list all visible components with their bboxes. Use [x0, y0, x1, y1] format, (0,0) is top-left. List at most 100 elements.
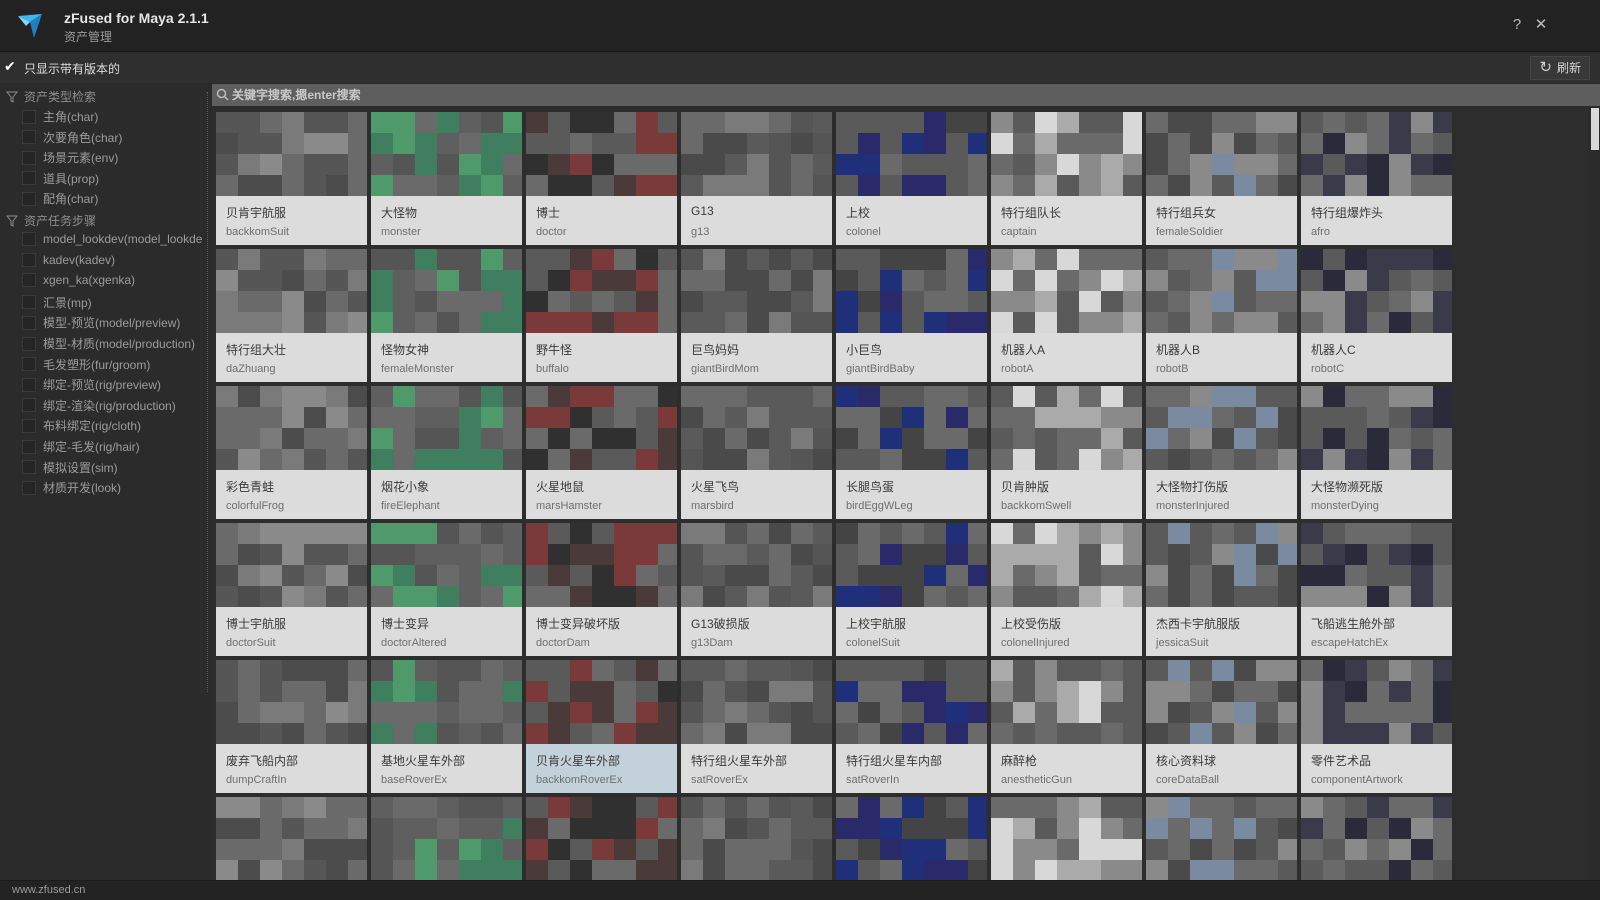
task-filter-checkbox[interactable]: [22, 439, 36, 454]
asset-card[interactable]: [681, 797, 832, 880]
asset-card[interactable]: 废弃飞船内部 dumpCraftIn: [216, 660, 367, 793]
task-filter-item[interactable]: 绑定-预览(rig/preview): [22, 376, 202, 393]
task-filter-item[interactable]: 绑定-毛发(rig/hair): [22, 438, 202, 455]
asset-card[interactable]: 彩色青蛙 colorfulFrog: [216, 386, 367, 519]
asset-card[interactable]: 贝肯肿版 backkomSwell: [991, 386, 1142, 519]
task-filter-item[interactable]: 材质开发(look): [22, 479, 202, 496]
type-filter-item[interactable]: 场景元素(env): [22, 149, 202, 166]
asset-card[interactable]: 长腿鸟蛋 birdEggWLeg: [836, 386, 987, 519]
asset-card[interactable]: [216, 797, 367, 880]
zfused-logo-icon: [18, 14, 42, 38]
asset-code: satRoverEx: [691, 774, 748, 786]
task-filter-checkbox[interactable]: [22, 315, 36, 330]
refresh-button[interactable]: ↻ 刷新: [1530, 56, 1590, 80]
task-filter-item[interactable]: 绑定-渲染(rig/production): [22, 397, 202, 414]
asset-name: 贝肯宇航服: [226, 206, 287, 220]
search-input[interactable]: [232, 84, 1572, 106]
asset-card[interactable]: [1146, 797, 1297, 880]
asset-card[interactable]: 野牛怪 buffalo: [526, 249, 677, 382]
asset-card[interactable]: 博士变异破坏版 doctorDam: [526, 523, 677, 656]
asset-card[interactable]: [1301, 797, 1452, 880]
type-filter-checkbox[interactable]: [22, 191, 36, 206]
task-filter-checkbox[interactable]: [22, 232, 36, 246]
asset-card[interactable]: 巨鸟妈妈 giantBirdMom: [681, 249, 832, 382]
asset-card[interactable]: 杰西卡宇航服版 jessicaSuit: [1146, 523, 1297, 656]
asset-card[interactable]: 特行组大壮 daZhuang: [216, 249, 367, 382]
asset-card[interactable]: 小巨鸟 giantBirdBaby: [836, 249, 987, 382]
asset-card[interactable]: 上校受伤版 colonelInjured: [991, 523, 1142, 656]
help-icon[interactable]: ?: [1508, 16, 1526, 34]
task-filter-item[interactable]: 汇景(mp): [22, 294, 202, 311]
task-filter-checkbox[interactable]: [22, 460, 36, 475]
type-filter-checkbox[interactable]: [22, 109, 36, 124]
asset-card[interactable]: 特行组爆炸头 afro: [1301, 112, 1452, 245]
task-filter-item[interactable]: xgen_ka(xgenka): [22, 273, 202, 288]
task-filter-checkbox[interactable]: [22, 418, 36, 433]
task-filter-checkbox[interactable]: [22, 480, 36, 495]
type-filter-checkbox[interactable]: [22, 171, 36, 186]
type-filter-checkbox[interactable]: [22, 150, 36, 165]
asset-card[interactable]: 博士变异 doctorAltered: [371, 523, 522, 656]
asset-card[interactable]: 博士 doctor: [526, 112, 677, 245]
asset-card[interactable]: 上校 colonel: [836, 112, 987, 245]
asset-card[interactable]: 特行组兵女 femaleSoldier: [1146, 112, 1297, 245]
asset-card[interactable]: 怪物女神 femaleMonster: [371, 249, 522, 382]
type-filter-item[interactable]: 次要角色(char): [22, 129, 202, 146]
asset-card[interactable]: 上校宇航服 colonelSuit: [836, 523, 987, 656]
asset-card[interactable]: [991, 797, 1142, 880]
asset-card[interactable]: 核心资料球 coreDataBall: [1146, 660, 1297, 793]
task-filter-item[interactable]: 模型-预览(model/preview): [22, 314, 202, 331]
asset-card[interactable]: 博士宇航服 doctorSuit: [216, 523, 367, 656]
task-filter-checkbox[interactable]: [22, 377, 36, 392]
asset-card[interactable]: 特行组火星车内部 satRoverIn: [836, 660, 987, 793]
type-filter-checkbox[interactable]: [22, 130, 36, 145]
task-filter-checkbox[interactable]: [22, 357, 36, 372]
task-filter-checkbox[interactable]: [22, 398, 36, 413]
scrollbar-thumb[interactable]: [1591, 108, 1599, 150]
asset-thumbnail: [216, 112, 367, 196]
asset-card[interactable]: [526, 797, 677, 880]
type-filter-item[interactable]: 配角(char): [22, 190, 202, 207]
task-filter-item[interactable]: 布料绑定(rig/cloth): [22, 417, 202, 434]
type-filter-item[interactable]: 道具(prop): [22, 170, 202, 187]
grid-scrollbar[interactable]: [1589, 108, 1600, 880]
show-versioned-checkbox[interactable]: ✔: [4, 59, 18, 73]
asset-card[interactable]: [836, 797, 987, 880]
task-filter-item[interactable]: 模拟设置(sim): [22, 459, 202, 476]
asset-card[interactable]: 机器人B robotB: [1146, 249, 1297, 382]
asset-card[interactable]: 特行组队长 captain: [991, 112, 1142, 245]
task-filter-label: 绑定-预览(rig/preview): [43, 378, 162, 393]
asset-card[interactable]: G13破损版 g13Dam: [681, 523, 832, 656]
asset-card[interactable]: 火星飞鸟 marsbird: [681, 386, 832, 519]
close-icon[interactable]: ✕: [1532, 16, 1550, 34]
asset-card[interactable]: 基地火星车外部 baseRoverEx: [371, 660, 522, 793]
asset-card[interactable]: 机器人A robotA: [991, 249, 1142, 382]
asset-code: colonel: [846, 226, 881, 238]
asset-card[interactable]: [371, 797, 522, 880]
task-filter-item[interactable]: kadev(kadev): [22, 252, 202, 267]
asset-card[interactable]: 零件艺术品 componentArtwork: [1301, 660, 1452, 793]
task-filter-item[interactable]: 模型-材质(model/production): [22, 335, 202, 352]
asset-card[interactable]: 火星地鼠 marsHamster: [526, 386, 677, 519]
asset-card[interactable]: 麻醉枪 anestheticGun: [991, 660, 1142, 793]
asset-card[interactable]: 烟花小象 fireElephant: [371, 386, 522, 519]
task-filter-item[interactable]: model_lookdev(model_lookdev): [22, 232, 202, 246]
task-filter-checkbox[interactable]: [22, 273, 36, 288]
task-filter-checkbox[interactable]: [22, 336, 36, 351]
task-filter-item[interactable]: 毛发塑形(fur/groom): [22, 356, 202, 373]
asset-card[interactable]: 大怪物濒死版 monsterDying: [1301, 386, 1452, 519]
asset-card[interactable]: 机器人C robotC: [1301, 249, 1452, 382]
asset-code: giantBirdBaby: [846, 363, 915, 375]
task-filter-checkbox[interactable]: [22, 295, 36, 310]
asset-card[interactable]: 飞船逃生舱外部 escapeHatchEx: [1301, 523, 1452, 656]
asset-card[interactable]: 贝肯火星车外部 backkomRoverEx: [526, 660, 677, 793]
asset-name: 长腿鸟蛋: [846, 480, 895, 494]
asset-card[interactable]: 大怪物打伤版 monsterInjured: [1146, 386, 1297, 519]
asset-card[interactable]: 特行组火星车外部 satRoverEx: [681, 660, 832, 793]
type-filter-item[interactable]: 主角(char): [22, 108, 202, 125]
asset-thumbnail: [216, 797, 367, 880]
asset-card[interactable]: 贝肯宇航服 backkomSuit: [216, 112, 367, 245]
asset-card[interactable]: 大怪物 monster: [371, 112, 522, 245]
task-filter-checkbox[interactable]: [22, 252, 36, 267]
asset-card[interactable]: G13 g13: [681, 112, 832, 245]
